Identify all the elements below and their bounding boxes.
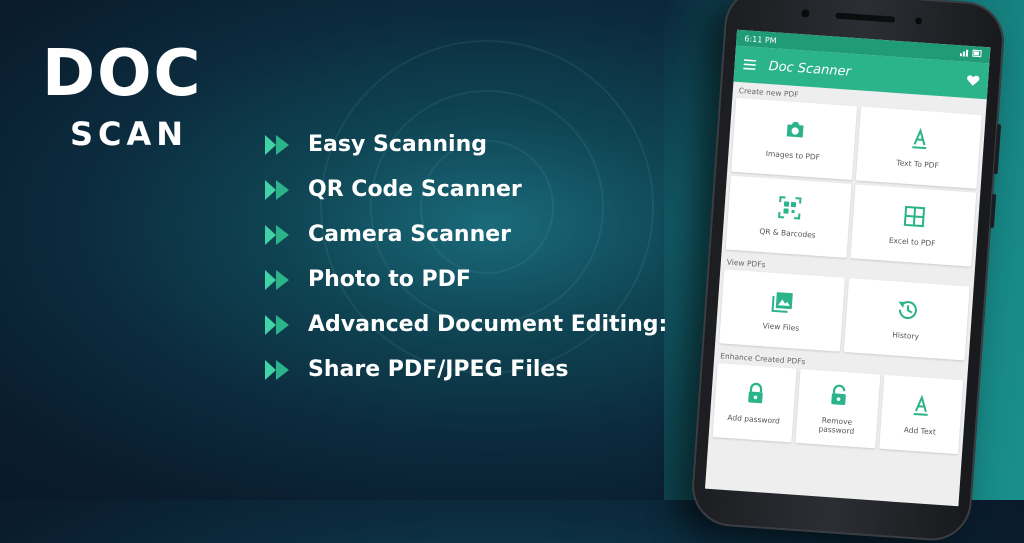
- card-label: Images to PDF: [765, 149, 821, 163]
- feature-list: Easy Scanning QR Code Scanner Camera Sca…: [265, 122, 667, 392]
- gallery-icon: [770, 292, 793, 314]
- camera-icon: [786, 122, 804, 138]
- card-label: View Files: [762, 321, 800, 334]
- card-label: Text To PDF: [896, 158, 940, 171]
- heart-icon[interactable]: [966, 73, 981, 88]
- feature-label: Advanced Document Editing:: [308, 312, 668, 337]
- double-arrow-icon: [265, 134, 289, 155]
- feature-item: Photo to PDF: [265, 257, 667, 302]
- text-to-pdf-button[interactable]: Text To PDF: [855, 106, 982, 189]
- card-label: Remove password: [818, 415, 855, 436]
- qr-icon: [777, 196, 801, 220]
- signal-icon: [959, 49, 982, 58]
- add-password-button[interactable]: Add password: [712, 363, 797, 443]
- phone-speaker: [835, 12, 896, 23]
- feature-label: Easy Scanning: [308, 132, 487, 157]
- double-arrow-icon: [265, 359, 289, 380]
- phone-screen: 6:11 PM Doc Scanner Create new PDF Image…: [704, 29, 991, 507]
- front-camera: [912, 14, 925, 27]
- menu-icon[interactable]: [742, 57, 757, 72]
- double-arrow-icon: [265, 314, 289, 335]
- status-icons: [959, 48, 983, 60]
- brand-title: DOC: [42, 37, 203, 111]
- brand-subtitle: SCAN: [70, 115, 189, 153]
- feature-item: Camera Scanner: [265, 212, 667, 257]
- history-button[interactable]: History: [843, 278, 970, 361]
- card-label: Excel to PDF: [888, 236, 936, 249]
- double-arrow-icon: [265, 179, 289, 200]
- card-label: History: [891, 330, 920, 342]
- phone-sensor: [801, 9, 810, 18]
- feature-item: Advanced Document Editing:: [265, 302, 667, 347]
- qr-barcodes-button[interactable]: QR & Barcodes: [725, 175, 852, 258]
- status-time: 6:11 PM: [744, 33, 777, 45]
- feature-item: Easy Scanning: [265, 122, 667, 167]
- card-label: Add Text: [903, 425, 937, 437]
- images-to-pdf-button[interactable]: Images to PDF: [731, 97, 858, 181]
- feature-item: Share PDF/JPEG Files: [265, 347, 667, 392]
- feature-label: Camera Scanner: [308, 222, 512, 247]
- grid-icon: [903, 206, 925, 228]
- text-icon: [911, 128, 926, 150]
- feature-label: Share PDF/JPEG Files: [308, 357, 569, 382]
- lock-icon: [747, 383, 763, 404]
- excel-to-pdf-button[interactable]: Excel to PDF: [850, 184, 977, 267]
- feature-label: Photo to PDF: [308, 267, 471, 292]
- double-arrow-icon: [265, 269, 289, 290]
- phone-body: 6:11 PM Doc Scanner Create new PDF Image…: [689, 0, 1007, 543]
- remove-password-button[interactable]: Remove password: [795, 368, 881, 449]
- text-icon: [913, 394, 929, 417]
- create-grid-row: QR & Barcodes Excel to PDF: [722, 175, 981, 267]
- view-files-button[interactable]: View Files: [719, 269, 846, 352]
- double-arrow-icon: [265, 224, 289, 245]
- card-label: QR & Barcodes: [759, 227, 816, 240]
- add-text-button[interactable]: Add Text: [878, 374, 964, 455]
- card-label: Add password: [727, 413, 781, 426]
- phone-mockup: 6:11 PM Doc Scanner Create new PDF Image…: [689, 0, 1007, 543]
- feature-label: QR Code Scanner: [308, 177, 522, 202]
- history-icon: [897, 301, 917, 320]
- feature-item: QR Code Scanner: [265, 167, 667, 212]
- app-title: Doc Scanner: [768, 58, 852, 80]
- unlock-icon: [831, 384, 846, 405]
